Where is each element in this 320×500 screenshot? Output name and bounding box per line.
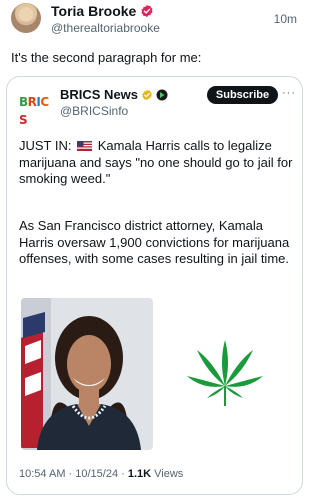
quoted-handle[interactable]: @BRICSinfo [60,104,128,118]
quoted-post-card[interactable]: BRICS BRICS News @BRICSinfo Subscribe ··… [6,76,303,495]
author-avatar[interactable] [11,3,41,33]
brics-logo-icon[interactable]: BRICS [19,93,55,127]
views-label: Views [151,468,184,480]
quoted-text-paragraph-1: JUST IN: Kamala Harris calls to legalize… [19,138,299,188]
us-flag-icon [77,141,93,151]
quoted-text-prefix: JUST IN: [19,138,72,153]
cannabis-leaf-icon [187,340,263,406]
views-count: 1.1K [127,468,152,480]
verified-badge-icon [141,4,153,18]
post-time[interactable]: 10m [274,12,297,26]
post-timestamp[interactable]: 10:54 AM · 10/15/24 · [19,468,128,480]
kamala-harris-photo[interactable] [21,298,153,450]
post-meta: 10:54 AM · 10/15/24 · 1.1K Views [19,468,183,480]
more-options-icon[interactable]: ··· [282,87,296,99]
subscribe-button[interactable]: Subscribe [207,86,278,104]
author-handle[interactable]: @therealtoriabrooke [51,21,160,35]
gold-verified-icon [142,89,152,100]
author-name-row: Toria Brooke [51,3,154,19]
author-display-name[interactable]: Toria Brooke [51,3,136,19]
quoted-text-paragraph-2: As San Francisco district attorney, Kama… [19,218,290,266]
post-text: It's the second paragraph for me: [11,50,202,65]
quoted-display-name[interactable]: BRICS News [60,87,138,102]
affiliate-badge-icon[interactable] [156,89,168,101]
quoted-name-row: BRICS News [60,87,168,102]
